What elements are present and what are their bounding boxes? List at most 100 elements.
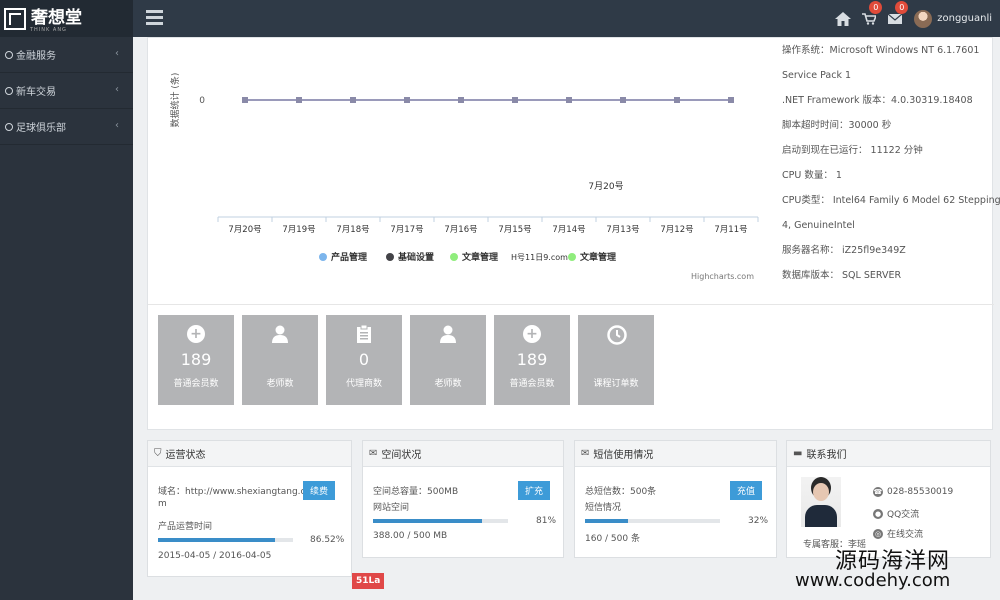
sidebar-item-car-trade[interactable]: 新车交易 ‹ xyxy=(0,73,133,109)
person-icon xyxy=(271,325,289,343)
tile-members-2[interactable]: + 189 普通会员数 xyxy=(494,315,570,405)
tile-label: 代理商数 xyxy=(345,379,382,389)
main-content: 数据统计 (条) 0 7月20号 7月19号 7月18号 7月17号 7月16号 7月15号 7… xyxy=(133,37,1000,600)
username[interactable]: zongguanli xyxy=(937,13,992,24)
sysinfo-line: Service Pack 1 xyxy=(782,70,852,81)
space-usage: 388.00 / 500 MB xyxy=(373,531,448,541)
recharge-button[interactable]: 充值 xyxy=(730,481,763,500)
qq-icon: ● xyxy=(873,508,883,519)
sms-total: 总短信数：500条 xyxy=(585,487,657,497)
tile-number xyxy=(242,350,318,369)
card-header: ⛉ 运营状态 xyxy=(148,441,351,467)
car-icon xyxy=(5,86,13,95)
legend-marker xyxy=(450,253,458,261)
brand-logo[interactable]: 奢想堂 THINK ANG xyxy=(0,0,133,37)
tile-label: 课程订单数 xyxy=(593,379,639,389)
phone-icon: ☎ xyxy=(873,487,883,497)
line-chart: 数据统计 (条) 0 7月20号 7月19号 7月18号 7月17号 7月16号 7月15号 7… xyxy=(169,73,759,281)
tile-members[interactable]: + 189 普通会员数 xyxy=(158,315,234,405)
x-tick-label: 7月20号 xyxy=(228,225,261,235)
sysinfo-line: .NET Framework 版本：4.0.30319.18408 xyxy=(782,95,973,106)
online-chat-icon: ◎ xyxy=(873,528,883,539)
cart-icon[interactable]: 0 xyxy=(856,0,883,31)
chat-icon: ▬ xyxy=(793,448,803,459)
progress-fill xyxy=(158,538,275,542)
tile-number xyxy=(410,350,486,369)
finance-icon xyxy=(5,50,13,59)
online-text: 在线交流 xyxy=(887,530,924,540)
person-icon xyxy=(439,325,457,343)
space-status-card: ✉ 空间状况 空间总容量：500MB 扩充 网站空间 81% 388.00 / … xyxy=(362,440,564,558)
tile-teachers-2[interactable]: 老师数 xyxy=(410,315,486,405)
legend-label: 产品管理 xyxy=(331,251,367,263)
sms-progress-bar xyxy=(585,519,720,523)
tile-agents[interactable]: 0 代理商数 xyxy=(326,315,402,405)
brand-name: 奢想堂 xyxy=(31,8,82,28)
top-bar: 奢想堂 THINK ANG 0 0 zongguanli xyxy=(0,0,1000,37)
legend-label: 基础设置 xyxy=(397,251,434,263)
mail-icon[interactable]: 0 xyxy=(882,0,909,31)
card-body: 总短信数：500条 充值 短信情况 32% 160 / 500 条 xyxy=(575,467,776,557)
sidebar-item-label: 足球俱乐部 xyxy=(16,123,66,134)
user-icon xyxy=(5,122,13,131)
progress-fill xyxy=(373,519,483,523)
avatar[interactable] xyxy=(914,9,933,28)
tile-label: 普通会员数 xyxy=(509,379,555,389)
space-total: 空间总容量：500MB xyxy=(373,487,459,497)
sysinfo-line: CPU 数量： 1 xyxy=(782,170,842,181)
sysinfo-line: 启动到现在已运行： 11122 分钟 xyxy=(782,145,923,156)
contact-online[interactable]: ◎ 在线交流 xyxy=(873,527,923,540)
menu-toggle-icon[interactable] xyxy=(146,10,163,25)
sidebar-item-finance[interactable]: 金融服务 ‹ xyxy=(0,37,133,73)
agent-photo xyxy=(801,477,841,527)
card-body: 域名：http://www.shexiangtang.co m 续费 产品运营时… xyxy=(148,467,351,577)
renew-button[interactable]: 续费 xyxy=(303,481,336,500)
expand-button[interactable]: 扩充 xyxy=(518,481,551,500)
tile-number: 0 xyxy=(358,350,370,369)
sysinfo-line: 操作系统：Microsoft Windows NT 6.1.7601 xyxy=(782,45,980,56)
tile-label: 普通会员数 xyxy=(173,379,219,389)
data-point xyxy=(404,97,410,103)
contact-card: ▬ 联系我们 专属客服：李瑶 ☎ 028-85530019 ● QQ交流 ◎ 在… xyxy=(786,440,991,558)
domain-text-cont: m xyxy=(158,499,167,509)
card-header: ✉ 短信使用情况 xyxy=(575,441,776,467)
sidebar-item-label: 金融服务 xyxy=(16,51,56,62)
card-title: 短信使用情况 xyxy=(593,450,654,461)
x-tick-label: 7月15号 xyxy=(498,225,531,235)
data-point xyxy=(512,97,518,103)
overview-panel: 数据统计 (条) 0 7月20号 7月19号 7月18号 7月17号 7月16号 7月15号 7… xyxy=(147,37,1000,430)
tile-number: 189 xyxy=(516,350,548,369)
chevron-left-icon: ‹ xyxy=(115,84,119,95)
header-actions: 0 0 zongguanli xyxy=(830,0,1000,37)
data-point xyxy=(674,97,680,103)
y-tick-label: 0 xyxy=(199,96,205,106)
home-icon[interactable] xyxy=(830,7,856,31)
clock-icon xyxy=(607,325,627,345)
tile-teachers[interactable]: 老师数 xyxy=(242,315,318,405)
stats-badge[interactable]: 51La xyxy=(352,573,385,589)
system-info: 操作系统：Microsoft Windows NT 6.1.7601 Servi… xyxy=(782,38,1000,288)
tile-label: 老师数 xyxy=(434,379,462,389)
plus-icon: + xyxy=(187,325,205,343)
data-point xyxy=(350,97,356,103)
sidebar-item-football-club[interactable]: 足球俱乐部 ‹ xyxy=(0,109,133,145)
space-usage-label: 网站空间 xyxy=(373,503,410,513)
legend-marker xyxy=(386,253,394,261)
legend-label: 文章管理 xyxy=(579,251,616,263)
x-tick-label: 7月14号 xyxy=(552,225,585,235)
chevron-left-icon: ‹ xyxy=(115,120,119,131)
qq-text: QQ交流 xyxy=(887,510,920,520)
chart-credit: Highcharts.com xyxy=(691,272,754,281)
sms-percent: 32% xyxy=(748,516,769,526)
data-point xyxy=(296,97,302,103)
sms-usage: 160 / 500 条 xyxy=(585,534,640,544)
contact-qq[interactable]: ● QQ交流 xyxy=(873,507,919,520)
watermark-url: www.codehy.com xyxy=(795,570,951,591)
sidebar: 金融服务 ‹ 新车交易 ‹ 足球俱乐部 ‹ xyxy=(0,37,133,600)
progress-fill xyxy=(585,519,629,523)
contact-phone[interactable]: ☎ 028-85530019 xyxy=(873,487,953,497)
data-point xyxy=(728,97,734,103)
tile-course-orders[interactable]: 课程订单数 xyxy=(578,315,654,405)
mail-badge: 0 xyxy=(895,0,909,14)
plus-icon: + xyxy=(523,325,541,343)
